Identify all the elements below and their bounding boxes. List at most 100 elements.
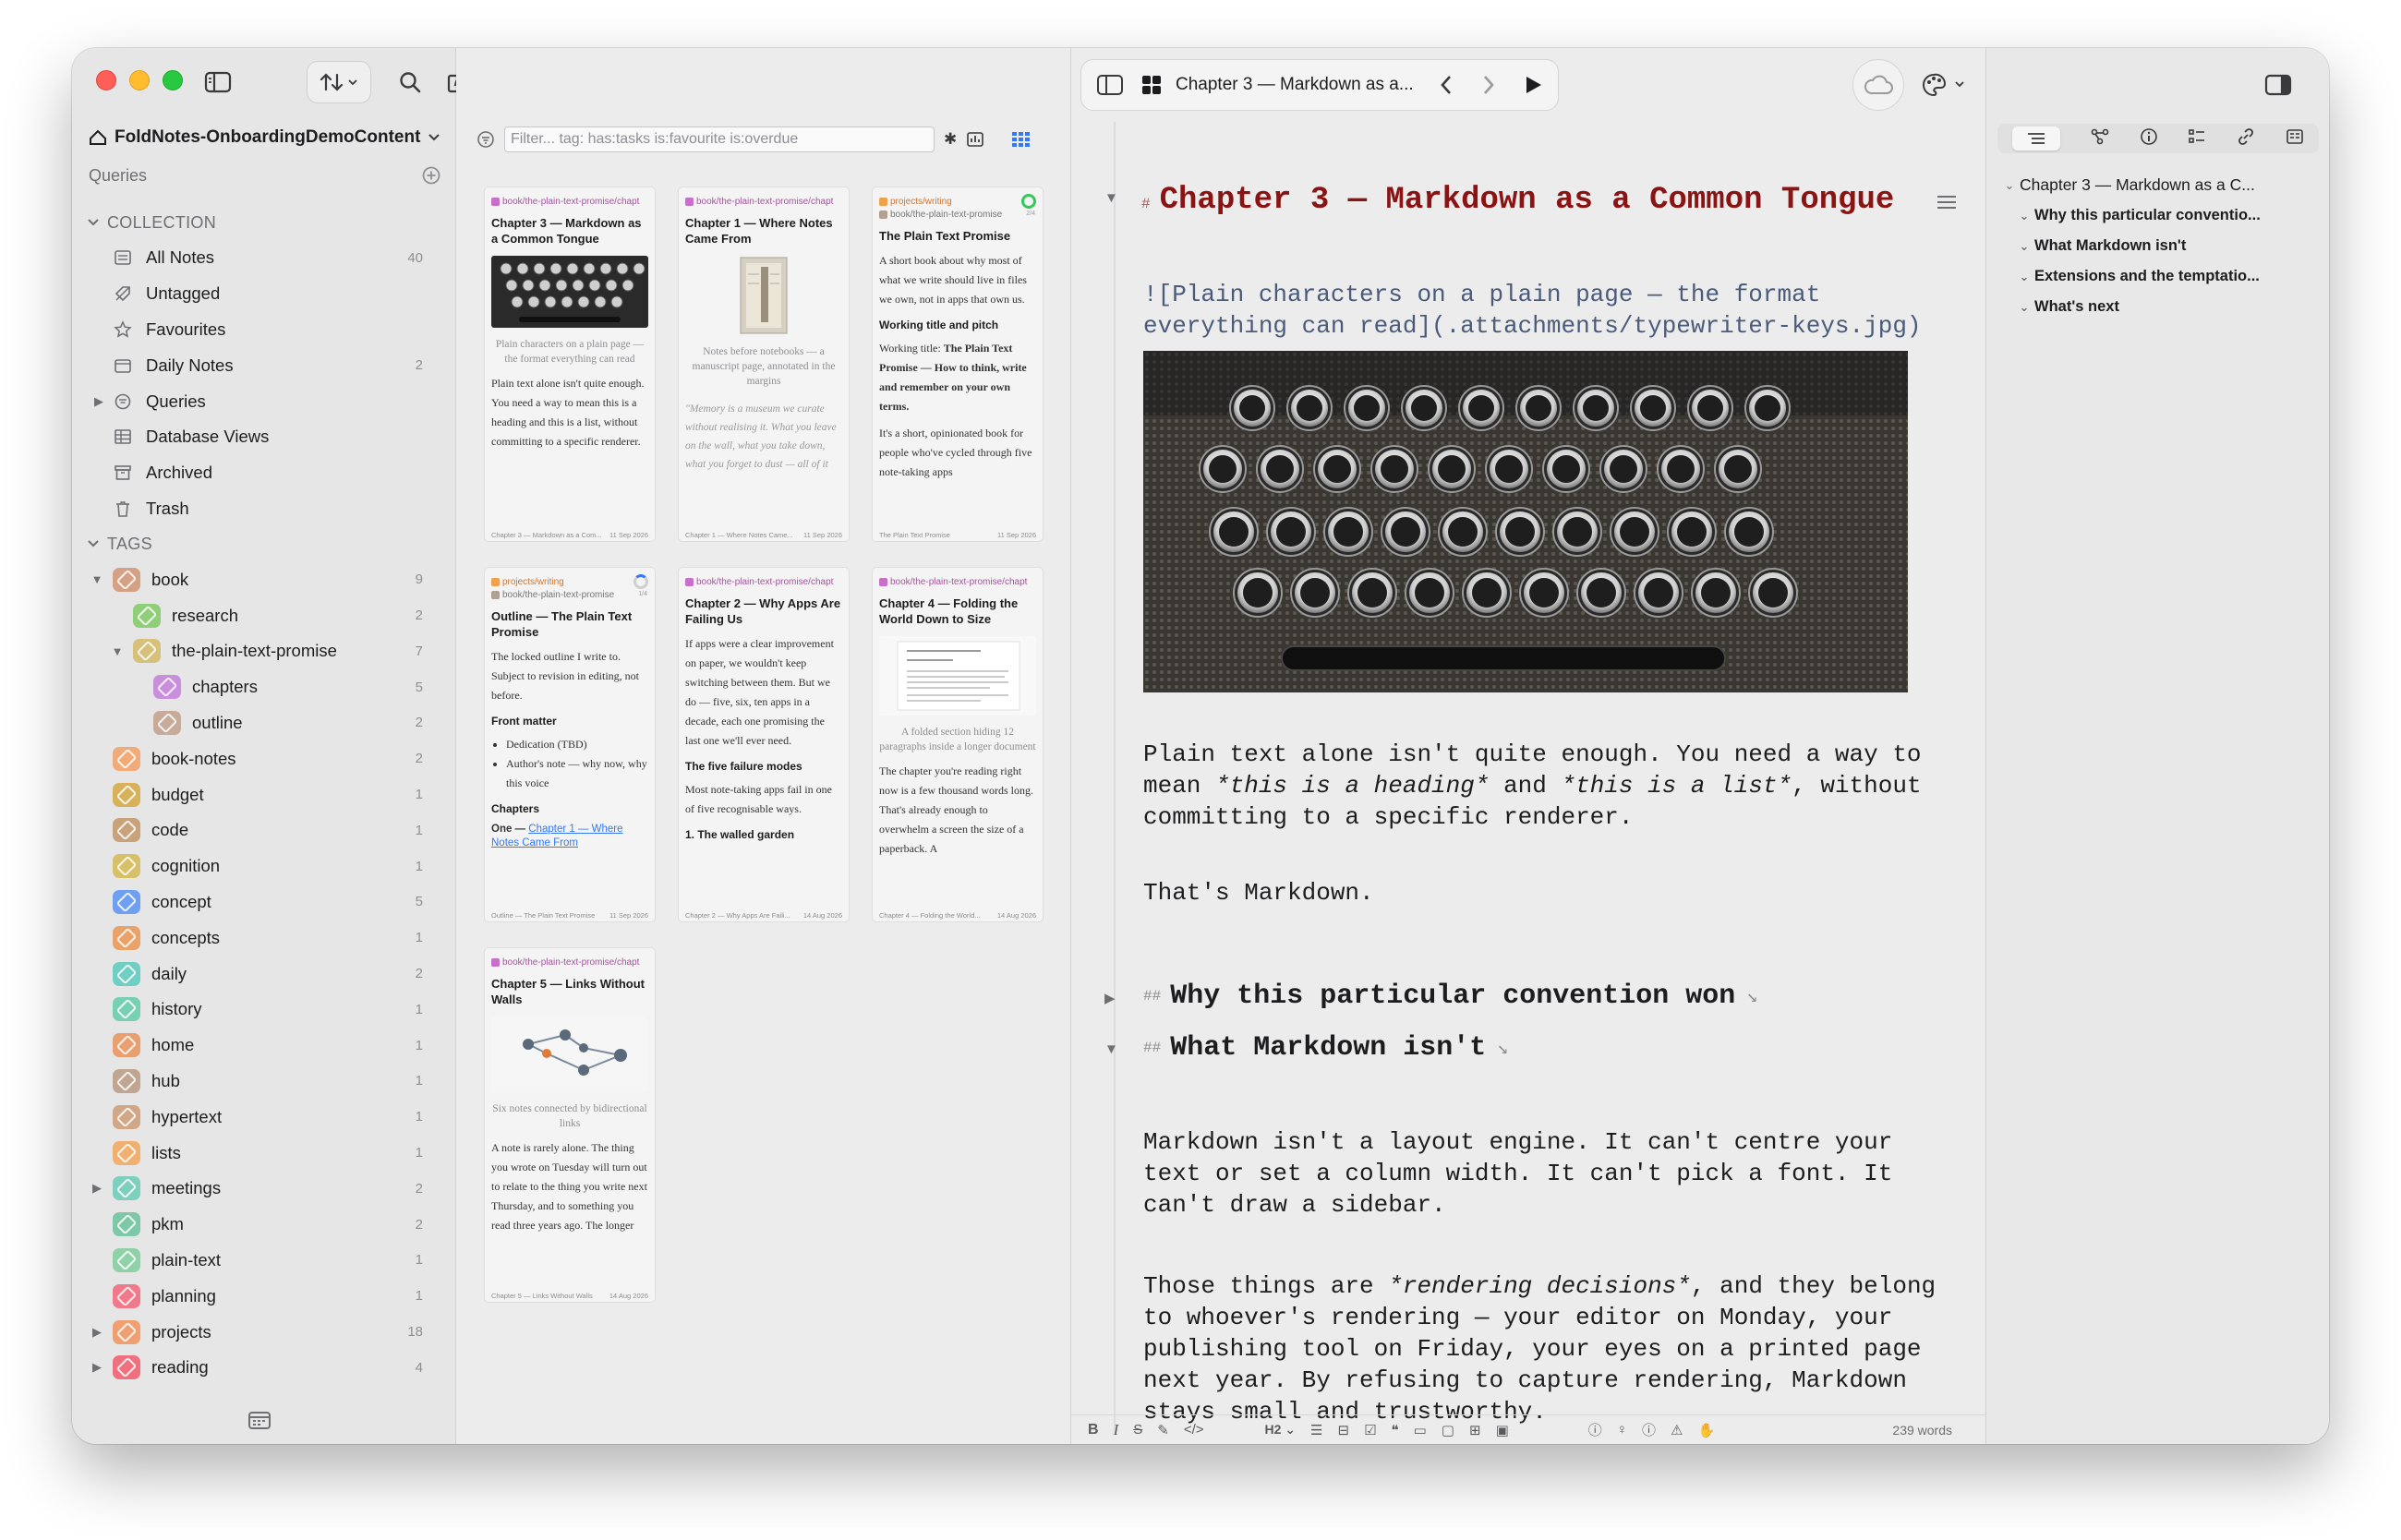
note-card[interactable]: book/the-plain-text-promise/chapt Chapte… <box>678 186 850 542</box>
filter-icon[interactable] <box>477 130 495 149</box>
minimize-window-button[interactable] <box>129 70 150 90</box>
tab-info[interactable] <box>2140 127 2158 150</box>
heading-2-collapsed[interactable]: ## Why this particular convention won ↘ <box>1143 981 1757 1012</box>
toggle-sidebar-button[interactable] <box>196 61 240 103</box>
sidebar-item-favourites[interactable]: Favourites <box>72 312 456 348</box>
tag-item-planning[interactable]: planning 1 <box>72 1278 456 1314</box>
fold-toggle-h1[interactable]: ▼ <box>1104 190 1118 206</box>
vault-switcher[interactable]: FoldNotes-OnboardingDemoContent <box>89 124 440 151</box>
toggle-inspector-button[interactable] <box>2252 59 2304 111</box>
tag-item-the-plain-text-promise[interactable]: ▼ the-plain-text-promise 7 <box>72 633 456 669</box>
tag-item-outline[interactable]: outline 2 <box>72 705 456 741</box>
tag-item-hypertext[interactable]: hypertext 1 <box>72 1099 456 1135</box>
chevron-down-icon[interactable]: ▼ <box>107 644 127 658</box>
tags-header[interactable]: TAGS <box>72 526 456 561</box>
outline-item[interactable]: ⌄ Extensions and the temptatio... <box>1999 261 2323 292</box>
tab-links[interactable] <box>2237 127 2255 150</box>
note-card[interactable]: book/the-plain-text-promise/chapt Chapte… <box>484 947 656 1303</box>
table-icon[interactable]: ⊞ <box>1469 1422 1481 1438</box>
chevron-right-icon[interactable]: ▶ <box>89 394 109 409</box>
fold-toggle-h2-expanded[interactable]: ▼ <box>1104 1041 1118 1057</box>
chevron-right-icon[interactable]: ▶ <box>87 1181 107 1196</box>
tag-item-lists[interactable]: lists 1 <box>72 1135 456 1171</box>
note-card[interactable]: projects/writing book/the-plain-text-pro… <box>872 186 1044 542</box>
tag-item-book[interactable]: ▼ book 9 <box>72 561 456 597</box>
stats-icon[interactable] <box>966 131 984 148</box>
play-icon[interactable] <box>1523 74 1543 96</box>
comment-icon[interactable]: ▢ <box>1442 1422 1454 1438</box>
tag-item-research[interactable]: research 2 <box>72 597 456 633</box>
tab-outline[interactable] <box>2012 126 2061 150</box>
chevron-right-icon[interactable] <box>1480 74 1497 96</box>
editor-content[interactable]: ▼ # Chapter 3 — Markdown as a Common Tong… <box>1071 122 1985 1433</box>
tab-graph[interactable] <box>2091 128 2109 150</box>
chevron-right-icon[interactable]: ▶ <box>87 1325 107 1340</box>
chevron-right-icon[interactable]: ▶ <box>87 1360 107 1375</box>
filter-input[interactable]: Filter... tag: has:tasks is:favourite is… <box>504 126 935 152</box>
outline-item[interactable]: ⌄ Chapter 3 — Markdown as a C... <box>1999 170 2323 200</box>
note-card[interactable]: book/the-plain-text-promise/chapt Chapte… <box>872 567 1044 922</box>
tag-item-home[interactable]: home 1 <box>72 1028 456 1064</box>
sidebar-item-trash[interactable]: Trash <box>72 491 456 527</box>
sidebar-item-archived[interactable]: Archived <box>72 455 456 491</box>
image-icon[interactable]: ▣ <box>1496 1422 1509 1438</box>
note-card[interactable]: projects/writing book/the-plain-text-pro… <box>484 567 656 922</box>
checkbox-icon[interactable]: ☑ <box>1364 1422 1376 1438</box>
search-button[interactable] <box>390 61 430 103</box>
lightbulb-icon[interactable]: ♀ <box>1617 1422 1627 1438</box>
highlight-icon[interactable]: ✎ <box>1157 1422 1169 1438</box>
tag-item-history[interactable]: history 1 <box>72 992 456 1028</box>
bold-button[interactable]: B <box>1088 1422 1099 1438</box>
close-window-button[interactable] <box>96 70 116 90</box>
theme-menu-button[interactable] <box>1912 59 1976 111</box>
tag-item-hub[interactable]: hub 1 <box>72 1064 456 1100</box>
info-icon[interactable]: ⓘ <box>1588 1420 1602 1439</box>
chevron-left-icon[interactable] <box>1438 74 1454 96</box>
bullet-list-icon[interactable]: ☰ <box>1310 1422 1322 1438</box>
heading-2-expanded[interactable]: ## What Markdown isn't ↘ <box>1143 1032 1508 1064</box>
tag-item-projects[interactable]: ▶ projects 18 <box>72 1314 456 1350</box>
tag-item-budget[interactable]: budget 1 <box>72 776 456 812</box>
chevron-down-icon[interactable]: ⌄ <box>2014 270 2034 284</box>
sidebar-item-all-notes[interactable]: All Notes 40 <box>72 240 456 276</box>
zoom-window-button[interactable] <box>163 70 183 90</box>
tag-item-pkm[interactable]: pkm 2 <box>72 1207 456 1243</box>
calendar-button[interactable] <box>247 1410 271 1435</box>
editor-menu-button[interactable] <box>1936 194 1958 215</box>
add-query-icon[interactable] <box>421 165 441 186</box>
tag-item-daily[interactable]: daily 2 <box>72 956 456 992</box>
tag-item-meetings[interactable]: ▶ meetings 2 <box>72 1171 456 1207</box>
chevron-down-icon[interactable]: ⌄ <box>2014 239 2034 254</box>
outline-item[interactable]: ⌄ What Markdown isn't <box>1999 231 2323 261</box>
asterisk-icon[interactable]: ✱ <box>944 130 957 149</box>
chevron-down-icon[interactable]: ⌄ <box>2014 209 2034 223</box>
chevron-down-icon[interactable]: ▼ <box>87 572 107 586</box>
collection-header[interactable]: COLLECTION <box>72 205 456 240</box>
outline-item[interactable]: ⌄ What's next <box>1999 292 2323 322</box>
tab-tasks[interactable] <box>2188 128 2206 150</box>
numbered-list-icon[interactable]: ⊟ <box>1338 1422 1350 1438</box>
hand-icon[interactable]: ✋ <box>1697 1422 1715 1438</box>
sidebar-item-daily-notes[interactable]: Daily Notes 2 <box>72 347 456 383</box>
quote-icon[interactable]: ❝ <box>1392 1422 1399 1438</box>
tag-item-concepts[interactable]: concepts 1 <box>72 920 456 956</box>
tag-item-plain-text[interactable]: plain-text 1 <box>72 1243 456 1279</box>
grid-view-icon[interactable] <box>1005 129 1038 150</box>
code-icon[interactable]: </> <box>1184 1422 1204 1438</box>
tag-item-cognition[interactable]: cognition 1 <box>72 848 456 884</box>
sidebar-item-queries[interactable]: ▶ Queries <box>72 383 456 419</box>
heading-level-select[interactable]: H2 ⌄ <box>1265 1422 1297 1438</box>
chevron-down-icon[interactable]: ⌄ <box>2014 300 2034 315</box>
sidebar-item-database-views[interactable]: Database Views <box>72 419 456 455</box>
outline-item[interactable]: ⌄ Why this particular conventio... <box>1999 200 2323 231</box>
note-card[interactable]: book/the-plain-text-promise/chapt Chapte… <box>678 567 850 922</box>
tag-item-concept[interactable]: concept 5 <box>72 884 456 920</box>
tag-item-book-notes[interactable]: book-notes 2 <box>72 740 456 776</box>
panel-icon[interactable] <box>1096 74 1124 96</box>
fold-toggle-h2-collapsed[interactable]: ▶ <box>1104 990 1116 1006</box>
warning-circle-icon[interactable]: ⓘ <box>1642 1420 1656 1439</box>
sync-button[interactable] <box>1852 59 1904 111</box>
note-card[interactable]: book/the-plain-text-promise/chapt Chapte… <box>484 186 656 542</box>
callout-icon[interactable]: ▭ <box>1414 1422 1427 1438</box>
tag-item-reading[interactable]: ▶ reading 4 <box>72 1350 456 1386</box>
